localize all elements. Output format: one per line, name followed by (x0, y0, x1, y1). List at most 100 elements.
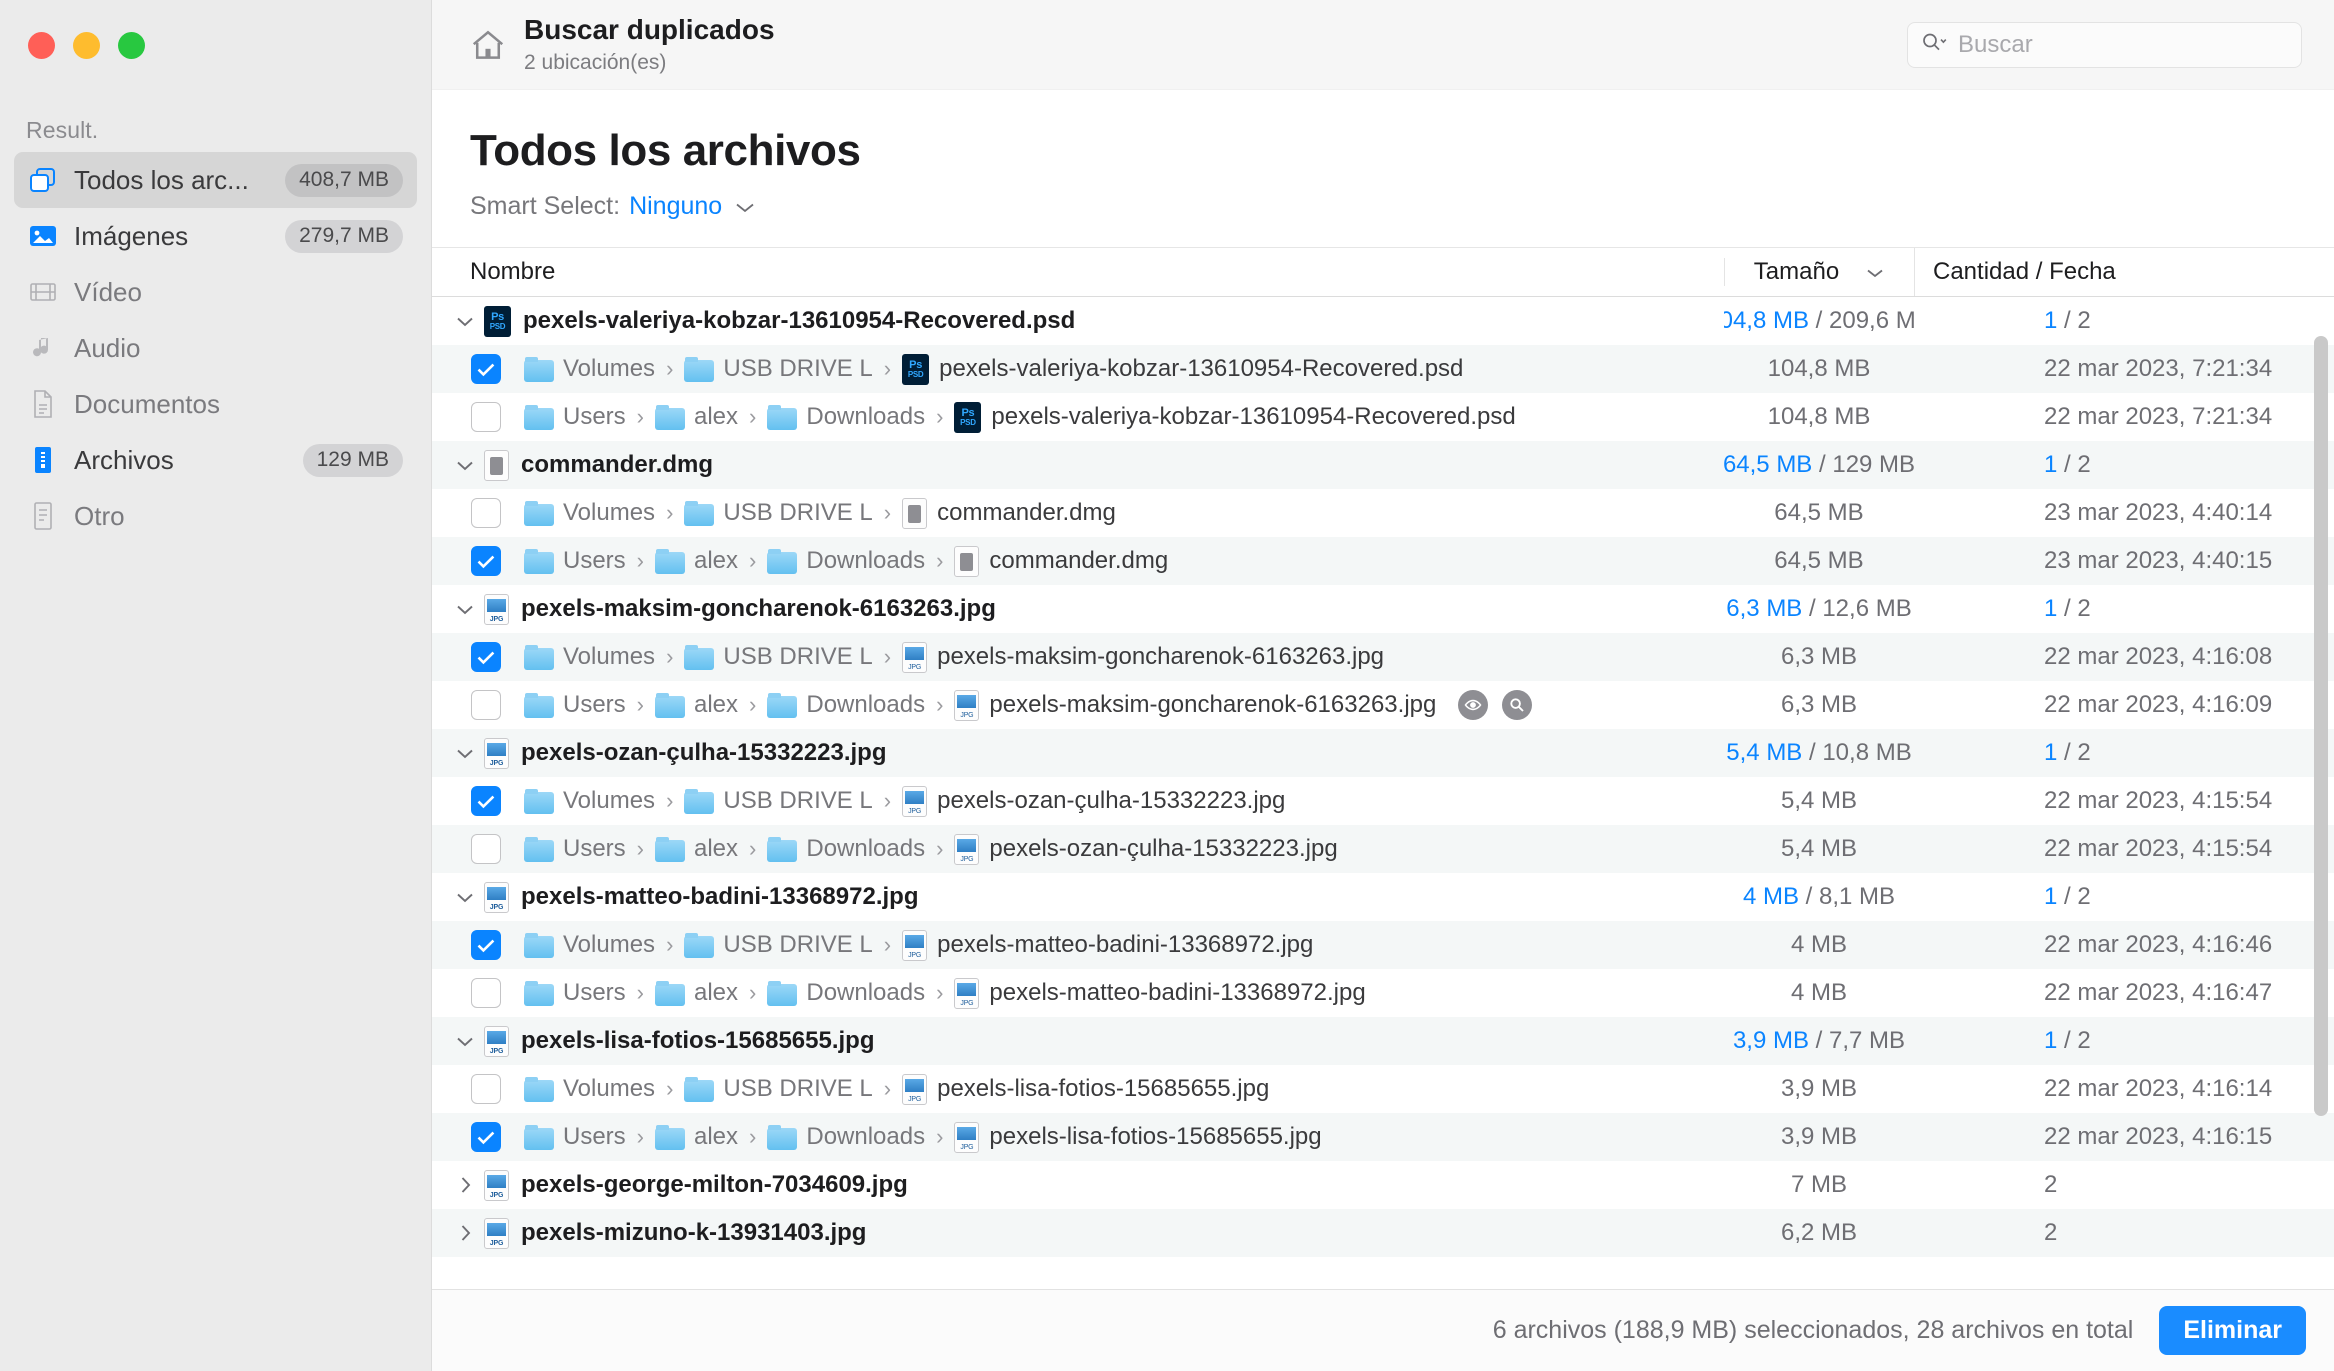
smart-select-value[interactable]: Ninguno (629, 192, 722, 221)
path-segment[interactable]: Volumes (524, 787, 655, 815)
file-row[interactable]: Volumes › USB DRIVE L › Ps PSD pexels-valeriya… (432, 345, 2334, 393)
sidebar-item-2[interactable]: Vídeo (14, 264, 417, 320)
column-header-name[interactable]: Nombre (432, 258, 1724, 286)
path-segment[interactable]: USB DRIVE L (684, 931, 873, 959)
sidebar-item-6[interactable]: Otro (14, 488, 417, 544)
path-segment[interactable]: Users (524, 979, 626, 1007)
magnifier-icon[interactable] (1502, 690, 1533, 720)
path-segment[interactable]: USB DRIVE L (684, 355, 873, 383)
path-segment[interactable]: Volumes (524, 499, 655, 527)
zoom-button[interactable] (118, 32, 145, 59)
sidebar-item-4[interactable]: Documentos (14, 376, 417, 432)
row-checkbox[interactable] (448, 1074, 524, 1104)
file-row[interactable]: Volumes › USB DRIVE L › pexels-maksim-goncha… (432, 633, 2334, 681)
sidebar-item-0[interactable]: Todos los arc... 408,7 MB (14, 152, 417, 208)
path-segment[interactable]: Users (524, 547, 626, 575)
minimize-button[interactable] (73, 32, 100, 59)
vertical-scrollbar[interactable] (2314, 336, 2328, 1176)
file-row[interactable]: Users › alex › Downloads › pexels-ozan-çulha-1… (432, 825, 2334, 873)
file-row[interactable]: Users › alex › Downloads › pexels-maksim-gonch… (432, 681, 2334, 729)
file-row[interactable]: Users › alex › Downloads › pexels-lisa-fotios-… (432, 1113, 2334, 1161)
search-input[interactable] (1958, 30, 2289, 59)
group-row[interactable]: pexels-lisa-fotios-15685655.jpg 3,9 MB / … (432, 1017, 2334, 1065)
checkbox-unchecked-icon[interactable] (471, 498, 501, 528)
path-segment[interactable]: Volumes (524, 355, 655, 383)
row-hover-actions[interactable] (1458, 690, 1533, 720)
sidebar-item-5[interactable]: Archivos 129 MB (14, 432, 417, 488)
search-field[interactable] (1907, 21, 2302, 68)
row-checkbox[interactable] (448, 786, 524, 816)
path-segment[interactable]: USB DRIVE L (684, 787, 873, 815)
path-segment[interactable]: Downloads (767, 691, 925, 719)
path-segment[interactable]: alex (655, 691, 738, 719)
row-checkbox[interactable] (448, 1122, 524, 1152)
path-segment[interactable]: Users (524, 1123, 626, 1151)
search-icon[interactable] (1920, 30, 1950, 59)
path-segment[interactable]: alex (655, 979, 738, 1007)
chevron-right-icon[interactable] (448, 1175, 482, 1195)
checkbox-unchecked-icon[interactable] (471, 834, 501, 864)
checkbox-unchecked-icon[interactable] (471, 1074, 501, 1104)
row-checkbox[interactable] (448, 978, 524, 1008)
sort-chevron-down-icon[interactable] (1865, 258, 1885, 286)
checkbox-checked-icon[interactable] (471, 930, 501, 960)
path-segment[interactable]: alex (655, 1123, 738, 1151)
checkbox-unchecked-icon[interactable] (471, 690, 501, 720)
checkbox-checked-icon[interactable] (471, 642, 501, 672)
sidebar-item-3[interactable]: Audio (14, 320, 417, 376)
row-checkbox[interactable] (448, 498, 524, 528)
file-row[interactable]: Volumes › USB DRIVE L › pexels-lisa-fotios-1… (432, 1065, 2334, 1113)
chevron-down-icon[interactable] (448, 747, 482, 760)
group-row[interactable]: pexels-maksim-goncharenok-6163263.jpg 6,3… (432, 585, 2334, 633)
path-segment[interactable]: USB DRIVE L (684, 643, 873, 671)
path-segment[interactable]: alex (655, 403, 738, 431)
eye-icon[interactable] (1458, 690, 1489, 720)
row-checkbox[interactable] (448, 834, 524, 864)
file-row[interactable]: Volumes › USB DRIVE L › pexels-matteo-badini… (432, 921, 2334, 969)
checkbox-checked-icon[interactable] (471, 786, 501, 816)
group-row[interactable]: pexels-mizuno-k-13931403.jpg 6,2 MB 2 (432, 1209, 2334, 1257)
path-segment[interactable]: USB DRIVE L (684, 1075, 873, 1103)
chevron-down-icon[interactable] (448, 603, 482, 616)
row-checkbox[interactable] (448, 402, 524, 432)
path-segment[interactable]: Users (524, 403, 626, 431)
column-header-size[interactable]: Tamaño (1724, 258, 1914, 286)
row-checkbox[interactable] (448, 642, 524, 672)
path-segment[interactable]: Volumes (524, 1075, 655, 1103)
path-segment[interactable]: USB DRIVE L (684, 499, 873, 527)
chevron-down-icon[interactable] (448, 315, 482, 328)
group-row[interactable]: commander.dmg 64,5 MB / 129 MB 1 / 2 (432, 441, 2334, 489)
path-segment[interactable]: Volumes (524, 643, 655, 671)
chevron-right-icon[interactable] (448, 1223, 482, 1243)
chevron-down-icon[interactable] (448, 459, 482, 472)
scrollbar-thumb[interactable] (2314, 336, 2328, 1116)
file-row[interactable]: Volumes › USB DRIVE L › commander.dmg 64,5 MB… (432, 489, 2334, 537)
chevron-down-icon[interactable] (448, 891, 482, 904)
home-icon[interactable] (460, 26, 516, 64)
path-segment[interactable]: Users (524, 691, 626, 719)
chevron-down-icon[interactable] (448, 1035, 482, 1048)
path-segment[interactable]: Downloads (767, 547, 925, 575)
group-row[interactable]: Ps PSD pexels-valeriya-kobzar-13610954-Rec… (432, 297, 2334, 345)
group-row[interactable]: pexels-matteo-badini-13368972.jpg 4 MB / … (432, 873, 2334, 921)
checkbox-checked-icon[interactable] (471, 1122, 501, 1152)
sidebar-item-1[interactable]: Imágenes 279,7 MB (14, 208, 417, 264)
path-segment[interactable]: Downloads (767, 979, 925, 1007)
close-button[interactable] (28, 32, 55, 59)
column-header-qty-date[interactable]: Cantidad / Fecha (1914, 248, 2334, 296)
delete-button[interactable]: Eliminar (2159, 1306, 2306, 1355)
group-row[interactable]: pexels-ozan-çulha-15332223.jpg 5,4 MB / 1… (432, 729, 2334, 777)
path-segment[interactable]: Downloads (767, 1123, 925, 1151)
file-row[interactable]: Users › alex › Downloads › Ps PSD pexels-valeriy… (432, 393, 2334, 441)
row-checkbox[interactable] (448, 690, 524, 720)
checkbox-checked-icon[interactable] (471, 354, 501, 384)
file-row[interactable]: Users › alex › Downloads › pexels-matteo-badin… (432, 969, 2334, 1017)
chevron-down-icon[interactable] (734, 200, 756, 214)
file-row[interactable]: Users › alex › Downloads › commander.dmg 64,5 M… (432, 537, 2334, 585)
row-checkbox[interactable] (448, 354, 524, 384)
checkbox-unchecked-icon[interactable] (471, 402, 501, 432)
row-checkbox[interactable] (448, 546, 524, 576)
checkbox-checked-icon[interactable] (471, 546, 501, 576)
path-segment[interactable]: alex (655, 547, 738, 575)
checkbox-unchecked-icon[interactable] (471, 978, 501, 1008)
